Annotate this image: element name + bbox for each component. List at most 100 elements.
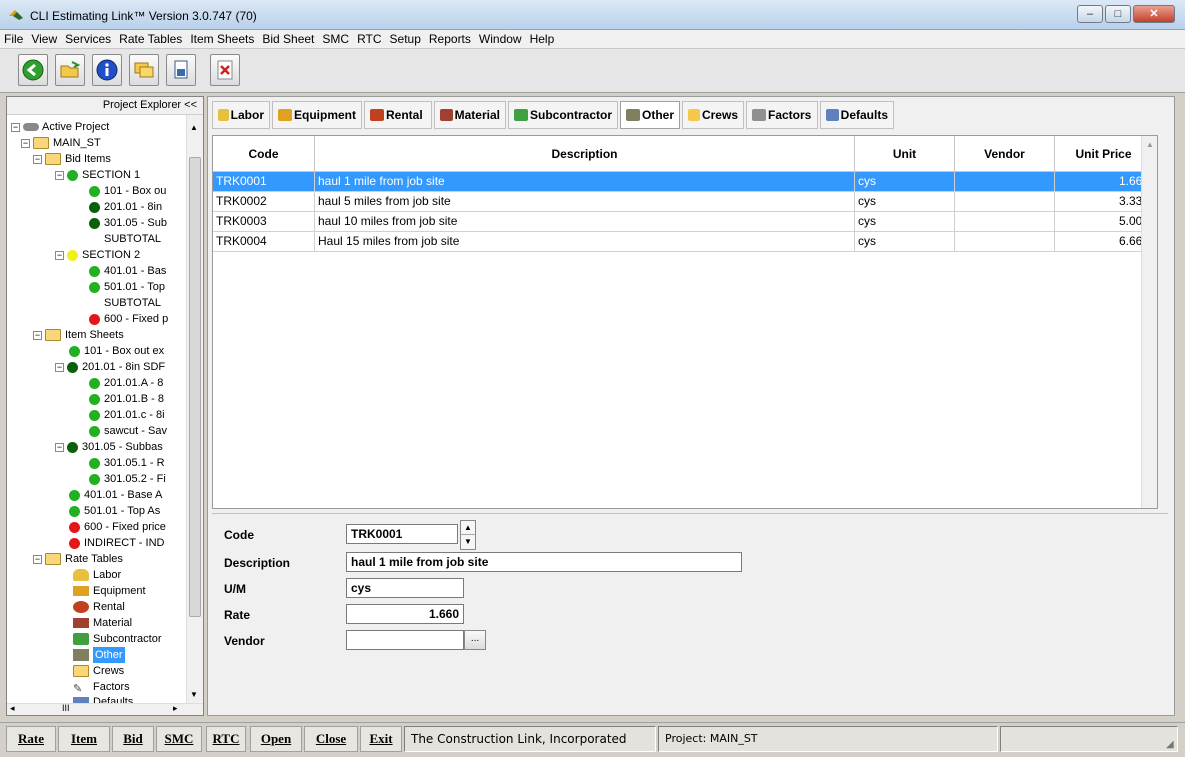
tree-item[interactable]: 201.01.B - 8 bbox=[89, 391, 164, 407]
tree-item-subtotal[interactable]: SUBTOTAL bbox=[104, 295, 161, 311]
folders-button[interactable] bbox=[129, 54, 159, 86]
tree-item-other[interactable]: Other bbox=[73, 647, 125, 663]
um-field[interactable]: cys bbox=[346, 578, 464, 598]
collapse-icon[interactable]: − bbox=[33, 154, 42, 164]
table-row[interactable]: TRK0001 haul 1 mile from job site cys 1.… bbox=[213, 172, 1153, 192]
column-header-unit[interactable]: Unit bbox=[855, 136, 955, 172]
collapse-icon[interactable]: − bbox=[55, 442, 64, 452]
tab-factors[interactable]: Factors bbox=[746, 101, 818, 129]
spin-up-icon[interactable]: ▲ bbox=[461, 521, 475, 535]
tree-item[interactable]: 600 - Fixed p bbox=[89, 311, 168, 327]
close-project-button[interactable]: Close bbox=[304, 726, 358, 752]
open-button[interactable]: Open bbox=[250, 726, 302, 752]
document-button[interactable] bbox=[166, 54, 196, 86]
tree-item-equipment[interactable]: Equipment bbox=[73, 583, 146, 599]
tab-crews[interactable]: Crews bbox=[682, 101, 744, 129]
tree-item[interactable]: 301.05 - Sub bbox=[89, 215, 167, 231]
tab-rental[interactable]: Rental bbox=[364, 101, 432, 129]
collapse-icon[interactable]: − bbox=[21, 138, 30, 148]
vendor-field[interactable] bbox=[346, 630, 464, 650]
bid-button[interactable]: Bid bbox=[112, 726, 154, 752]
tree-item-factors[interactable]: ✎ Factors bbox=[73, 679, 130, 695]
minimize-button[interactable]: – bbox=[1077, 5, 1103, 23]
tree-item[interactable]: 201.01.c - 8i bbox=[89, 407, 165, 423]
menu-item-sheets[interactable]: Item Sheets bbox=[186, 30, 258, 47]
open-button[interactable] bbox=[55, 54, 85, 86]
table-row[interactable]: TRK0003 haul 10 miles from job site cys … bbox=[213, 212, 1153, 232]
spin-down-icon[interactable]: ▼ bbox=[461, 535, 475, 549]
tab-subcontractor[interactable]: Subcontractor bbox=[508, 101, 618, 129]
tree-item[interactable]: INDIRECT - IND bbox=[69, 535, 164, 551]
tree-item[interactable]: −301.05 - Subbas bbox=[55, 439, 163, 455]
table-row[interactable]: TRK0004 Haul 15 miles from job site cys … bbox=[213, 232, 1153, 252]
project-explorer-header[interactable]: Project Explorer << bbox=[7, 97, 203, 115]
close-document-button[interactable] bbox=[210, 54, 240, 86]
tree-item-item-sheets[interactable]: − Item Sheets bbox=[33, 327, 124, 343]
column-header-code[interactable]: Code bbox=[213, 136, 315, 172]
info-button[interactable] bbox=[92, 54, 122, 86]
tab-material[interactable]: Material bbox=[434, 101, 506, 129]
menu-setup[interactable]: Setup bbox=[386, 30, 425, 47]
scroll-up-icon[interactable]: ▲ bbox=[190, 123, 198, 132]
grid-vertical-scrollbar[interactable]: ▲ bbox=[1141, 136, 1157, 508]
tab-defaults[interactable]: Defaults bbox=[820, 101, 894, 129]
resize-grip-icon[interactable]: ◢ bbox=[1166, 739, 1174, 750]
menu-bid-sheet[interactable]: Bid Sheet bbox=[258, 30, 318, 47]
rtc-button[interactable]: RTC bbox=[206, 726, 246, 752]
maximize-button[interactable]: □ bbox=[1105, 5, 1131, 23]
explorer-horizontal-scrollbar[interactable]: ◂ III ▸ bbox=[7, 703, 203, 715]
tree-item-section-2[interactable]: − SECTION 2 bbox=[55, 247, 140, 263]
menu-view[interactable]: View bbox=[27, 30, 61, 47]
tree-item-active-project[interactable]: − Active Project bbox=[11, 119, 109, 135]
tree-item[interactable]: 101 - Box ou bbox=[89, 183, 166, 199]
code-field[interactable]: TRK0001 bbox=[346, 524, 458, 544]
collapse-icon[interactable]: − bbox=[55, 250, 64, 260]
tree-item[interactable]: 501.01 - Top As bbox=[69, 503, 160, 519]
tree-item-labor[interactable]: Labor bbox=[73, 567, 121, 583]
tree-item[interactable]: 101 - Box out ex bbox=[69, 343, 164, 359]
scroll-left-icon[interactable]: ◂ bbox=[10, 703, 15, 714]
tree-item[interactable]: 501.01 - Top bbox=[89, 279, 165, 295]
tree-item-crews[interactable]: Crews bbox=[73, 663, 124, 679]
description-field[interactable]: haul 1 mile from job site bbox=[346, 552, 742, 572]
explorer-vertical-scrollbar[interactable]: ▲ ▼ bbox=[186, 115, 203, 705]
tree-item-material[interactable]: Material bbox=[73, 615, 132, 631]
scroll-right-icon[interactable]: ▸ bbox=[173, 703, 178, 714]
vendor-browse-button[interactable]: ... bbox=[464, 630, 486, 650]
rate-button[interactable]: Rate bbox=[6, 726, 56, 752]
scroll-up-icon[interactable]: ▲ bbox=[1146, 140, 1154, 149]
tree-item[interactable]: 301.05.2 - Fi bbox=[89, 471, 166, 487]
code-spinner[interactable]: ▲ ▼ bbox=[460, 520, 476, 550]
tab-equipment[interactable]: Equipment bbox=[272, 101, 362, 129]
tree-item[interactable]: 401.01 - Bas bbox=[89, 263, 166, 279]
tree-item-subcontractor[interactable]: Subcontractor bbox=[73, 631, 161, 647]
tree-item[interactable]: 201.01.A - 8 bbox=[89, 375, 163, 391]
column-header-vendor[interactable]: Vendor bbox=[955, 136, 1055, 172]
back-button[interactable] bbox=[18, 54, 48, 86]
menu-file[interactable]: File bbox=[0, 30, 27, 47]
column-header-description[interactable]: Description bbox=[315, 136, 855, 172]
menu-rtc[interactable]: RTC bbox=[353, 30, 385, 47]
tree-item[interactable]: sawcut - Sav bbox=[89, 423, 167, 439]
menu-rate-tables[interactable]: Rate Tables bbox=[115, 30, 186, 47]
menu-window[interactable]: Window bbox=[475, 30, 526, 47]
rate-field[interactable]: 1.660 bbox=[346, 604, 464, 624]
tree-item-rental[interactable]: Rental bbox=[73, 599, 125, 615]
menu-smc[interactable]: SMC bbox=[318, 30, 353, 47]
hscroll-grip[interactable]: III bbox=[62, 703, 70, 713]
tree-item[interactable]: 600 - Fixed price bbox=[69, 519, 166, 535]
collapse-icon[interactable]: − bbox=[55, 170, 64, 180]
tree-item-main-st[interactable]: − MAIN_ST bbox=[21, 135, 101, 151]
table-row[interactable]: TRK0002 haul 5 miles from job site cys 3… bbox=[213, 192, 1153, 212]
collapse-icon[interactable]: − bbox=[33, 554, 42, 564]
tab-other[interactable]: Other bbox=[620, 101, 680, 129]
close-button[interactable]: ✕ bbox=[1133, 5, 1175, 23]
collapse-icon[interactable]: − bbox=[55, 362, 64, 372]
smc-button[interactable]: SMC bbox=[156, 726, 202, 752]
tree-item-bid-items[interactable]: − Bid Items bbox=[33, 151, 111, 167]
column-header-unit-price[interactable]: Unit Price bbox=[1055, 136, 1153, 172]
tree-item[interactable]: −201.01 - 8in SDF bbox=[55, 359, 165, 375]
menu-services[interactable]: Services bbox=[61, 30, 115, 47]
tree-item-section-1[interactable]: − SECTION 1 bbox=[55, 167, 140, 183]
tree-item-rate-tables[interactable]: − Rate Tables bbox=[33, 551, 123, 567]
